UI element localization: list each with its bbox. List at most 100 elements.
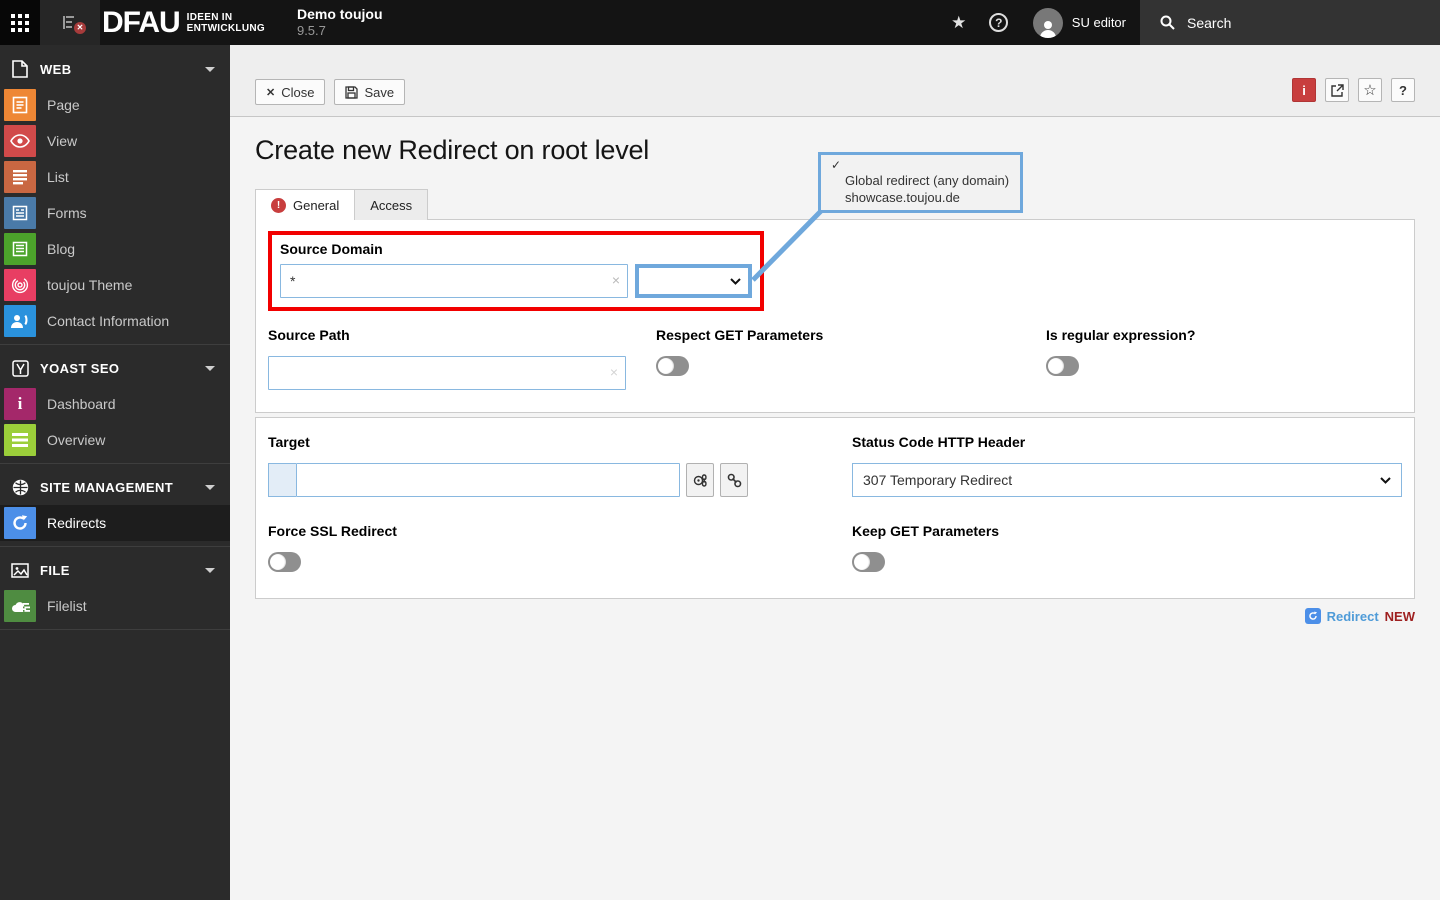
search-input[interactable] [1187, 14, 1387, 31]
save-button[interactable]: Save [334, 79, 406, 105]
sidebar-item-toujou-theme[interactable]: toujou Theme [0, 267, 230, 303]
topbar-search[interactable] [1140, 0, 1440, 45]
force-ssl-redirect-label: Force SSL Redirect [268, 523, 397, 539]
sidebar-section-label: YOAST SEO [40, 360, 120, 376]
avatar [1032, 7, 1063, 38]
sidebar-item-label: Overview [47, 432, 106, 448]
chevron-down-icon [730, 277, 741, 285]
link-browser-button[interactable] [720, 463, 748, 497]
record-info-button[interactable]: i [1292, 78, 1316, 102]
source-domain-input[interactable] [280, 264, 628, 298]
status-code-label: Status Code HTTP Header [852, 434, 1026, 450]
clear-icon[interactable]: × [612, 272, 620, 289]
typo3-version: 9.5.7 [296, 23, 326, 39]
sidebar-item-forms[interactable]: Forms [0, 195, 230, 231]
help-menu-button[interactable]: ? [979, 0, 1019, 45]
source-domain-label: Source Domain [280, 241, 383, 257]
respect-get-parameters-toggle[interactable] [656, 356, 689, 376]
open-in-new-window-button[interactable] [1325, 78, 1349, 102]
tab-general-label: General [293, 197, 340, 213]
sidebar-item-filelist[interactable]: Filelist [0, 588, 230, 624]
source-domain-select[interactable] [635, 264, 752, 298]
module-sidebar: WEB Page View List Forms Blog toujou The… [0, 45, 230, 900]
sidebar-header-site-management[interactable]: SITE MANAGEMENT [0, 469, 230, 505]
sidebar-header-web[interactable]: WEB [0, 51, 230, 87]
sidebar-item-redirects[interactable]: Redirects [0, 505, 230, 541]
sidebar-item-dashboard[interactable]: i Dashboard [0, 386, 230, 422]
brand-logo[interactable]: DFAU IDEEN IN ENTWICKLUNG [100, 0, 265, 45]
image-icon [0, 562, 40, 578]
dropdown-options-callout: ✓ Global redirect (any domain) showcase.… [818, 152, 1023, 213]
chevron-down-icon [205, 567, 215, 573]
record-state-badge: NEW [1384, 608, 1415, 624]
dropdown-option-global-redirect[interactable]: Global redirect (any domain) [845, 172, 1012, 189]
tab-access-label: Access [370, 197, 413, 213]
sidebar-item-label: Contact Information [47, 313, 170, 329]
sidebar-header-yoast-seo[interactable]: YOAST SEO [0, 350, 230, 386]
sidebar-item-label: Dashboard [47, 396, 116, 412]
bookmark-button[interactable]: ★ [939, 0, 979, 45]
content-area: ✕ Close Save i ☆ ? Create new Redirect o… [230, 45, 1440, 900]
search-icon [1160, 15, 1175, 30]
force-ssl-redirect-toggle[interactable] [268, 552, 301, 572]
chevron-down-icon [205, 484, 215, 490]
pagetree-toggle-button[interactable]: ✕ [40, 0, 100, 45]
close-button[interactable]: ✕ Close [255, 79, 326, 105]
modules-menu-button[interactable] [0, 0, 40, 45]
topbar: ✕ DFAU IDEEN IN ENTWICKLUNG Demo toujou … [0, 0, 1440, 45]
chevron-down-icon [1380, 476, 1391, 484]
target-record-slot [268, 463, 296, 497]
sidebar-item-overview[interactable]: Overview [0, 422, 230, 458]
sidebar-section-label: FILE [40, 562, 70, 578]
clear-icon[interactable]: × [610, 364, 618, 381]
save-icon [345, 85, 359, 99]
grid-icon [11, 13, 29, 32]
tab-access[interactable]: Access [355, 189, 429, 220]
close-icon: ✕ [266, 86, 276, 99]
toggle-knob [270, 554, 286, 570]
sidebar-item-label: View [47, 133, 78, 149]
tab-general[interactable]: ! General [255, 189, 356, 220]
sidebar-item-view[interactable]: View [0, 123, 230, 159]
star-outline-icon: ☆ [1363, 82, 1377, 99]
panel-source: Source Domain × [255, 219, 1415, 413]
sidebar-item-list[interactable]: List [0, 159, 230, 195]
sidebar-item-contact-information[interactable]: Contact Information [0, 303, 230, 339]
is-regular-expression-toggle[interactable] [1046, 356, 1079, 376]
sidebar-item-page[interactable]: Page [0, 87, 230, 123]
red-highlight-box: Source Domain × [268, 231, 764, 311]
browse-records-button[interactable] [686, 463, 714, 497]
error-icon: ! [271, 197, 286, 213]
keep-get-parameters-toggle[interactable] [852, 552, 885, 572]
list-icon [4, 161, 36, 193]
target-label: Target [268, 434, 310, 450]
sidebar-item-blog[interactable]: Blog [0, 231, 230, 267]
open-new-window-icon [1330, 83, 1344, 97]
toggle-knob [1048, 358, 1064, 374]
link-icon [727, 473, 742, 488]
sidebar-item-label: Redirects [47, 515, 107, 531]
globe-icon [0, 479, 40, 496]
record-form: ! General Access Source Domain × [255, 189, 1415, 624]
eye-icon [4, 125, 36, 157]
sidebar-header-file[interactable]: FILE [0, 552, 230, 588]
source-path-input[interactable] [268, 356, 626, 390]
save-button-label: Save [364, 84, 395, 100]
sidebar-section-web: WEB Page View List Forms Blog toujou The… [0, 51, 230, 345]
contact-icon [4, 305, 36, 337]
bookmark-record-button[interactable]: ☆ [1358, 78, 1382, 102]
sidebar-section-label: WEB [40, 61, 72, 77]
source-path-label: Source Path [268, 327, 350, 343]
status-code-select[interactable]: 307 Temporary Redirect [852, 463, 1402, 497]
toggle-knob [658, 358, 674, 374]
page-module-icon [4, 89, 36, 121]
user-menu-button[interactable]: SU editor [1019, 0, 1140, 45]
help-icon: ? [989, 13, 1009, 32]
panel-target: Target Status Code HTTP Header 307 Tempo… [255, 417, 1415, 599]
logo-claim-line2: ENTWICKLUNG [186, 22, 265, 34]
target-input[interactable] [296, 463, 680, 497]
context-help-button[interactable]: ? [1391, 78, 1415, 102]
logo-claim-line1: IDEEN IN [186, 11, 233, 23]
dropdown-option-showcase-domain[interactable]: showcase.toujou.de [845, 189, 1012, 206]
pagetree-hidden-badge-icon: ✕ [74, 22, 86, 34]
